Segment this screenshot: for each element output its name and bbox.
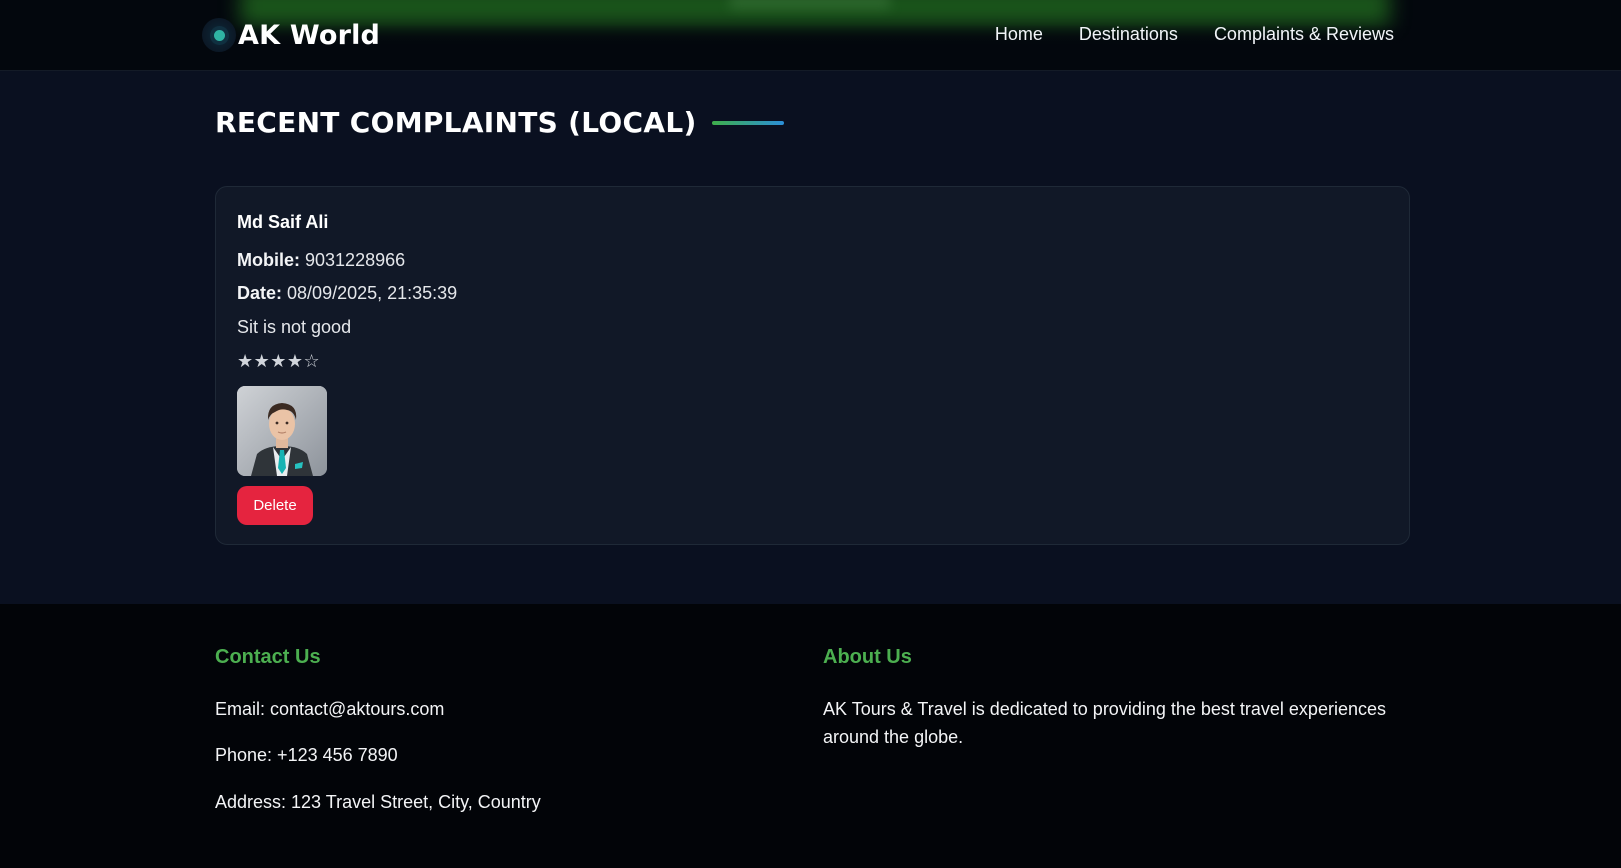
main-nav: Home Destinations Complaints & Reviews [995, 24, 1394, 45]
delete-button[interactable]: Delete [237, 486, 313, 525]
contact-phone: Phone: +123 456 7890 [215, 745, 398, 765]
contact-us-heading: Contact Us [215, 646, 321, 668]
page-title: RECENT COMPLAINTS (LOCAL) [215, 106, 697, 139]
complaint-card: Md Saif Ali Mobile: 9031228966 Date: 08/… [215, 186, 1410, 545]
about-us-text: AK Tours & Travel is dedicated to provid… [823, 699, 1386, 747]
nav-complaints-reviews[interactable]: Complaints & Reviews [1214, 24, 1394, 45]
person-photo-icon [237, 386, 327, 476]
mobile-label: Mobile: [237, 250, 300, 270]
site-header: AK World Home Destinations Complaints & … [0, 0, 1621, 71]
site-footer: Contact Us Email: contact@aktours.com Ph… [0, 604, 1621, 868]
header-banner-highlight [730, 0, 890, 8]
title-accent-bar [711, 120, 784, 125]
complaint-date: Date: 08/09/2025, 21:35:39 [237, 283, 457, 304]
about-us-heading: About Us [823, 646, 912, 668]
date-label: Date: [237, 283, 283, 303]
complaint-name: Md Saif Ali [237, 212, 329, 232]
contact-address: Address: 123 Travel Street, City, Countr… [215, 792, 541, 812]
site-logo[interactable]: AK World [202, 17, 380, 53]
date-value: 08/09/2025, 21:35:39 [287, 283, 458, 303]
complaint-mobile: Mobile: 9031228966 [237, 250, 405, 271]
logo-dot [213, 29, 225, 41]
nav-destinations[interactable]: Destinations [1079, 24, 1178, 45]
star-rating: ★★★★☆ [237, 351, 321, 372]
section-heading: RECENT COMPLAINTS (LOCAL) [215, 106, 784, 139]
mobile-value: 9031228966 [305, 250, 406, 270]
logo-text: AK World [238, 19, 381, 51]
complaint-message: Sit is not good [237, 317, 352, 337]
complaint-photo[interactable] [237, 386, 327, 476]
contact-email: Email: contact@aktours.com [215, 699, 445, 719]
logo-icon [202, 18, 236, 52]
nav-home[interactable]: Home [995, 24, 1043, 45]
